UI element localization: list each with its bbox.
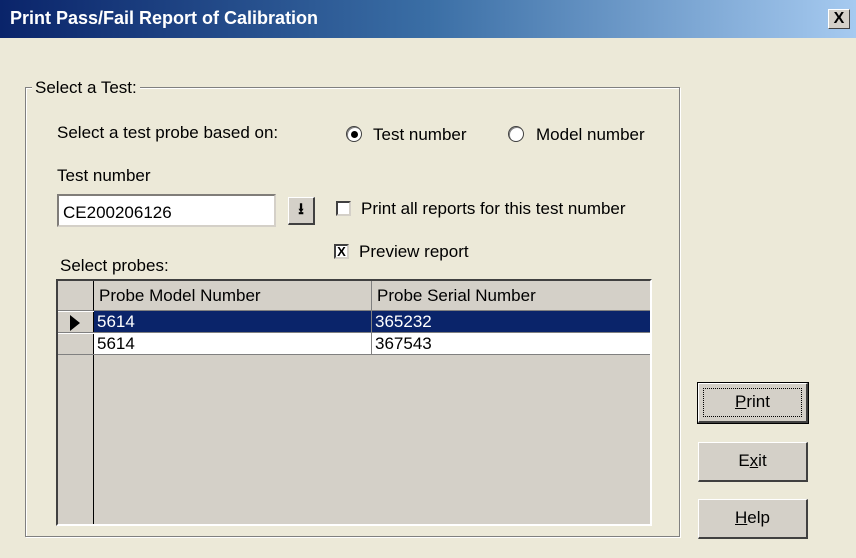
test-number-input[interactable]: CE200206126 xyxy=(57,194,276,227)
column-header-model[interactable]: Probe Model Number xyxy=(94,281,372,311)
help-label-suffix: elp xyxy=(747,508,770,527)
selection-basis-label: Select a test probe based on: xyxy=(57,123,279,142)
radio-model-number[interactable] xyxy=(508,126,524,142)
help-label-accel: H xyxy=(735,508,748,527)
focus-rect xyxy=(703,388,802,417)
row-header[interactable] xyxy=(58,333,94,355)
table-row-cell-serial[interactable]: 365232 xyxy=(372,311,650,333)
table-row-cell-model[interactable]: 5614 xyxy=(94,333,372,355)
current-row-arrow-icon xyxy=(70,315,80,331)
preview-report-label[interactable]: Preview report xyxy=(359,242,469,262)
exit-label-suffix: it xyxy=(758,451,767,470)
print-button[interactable]: Print xyxy=(697,382,809,424)
window-title: Print Pass/Fail Report of Calibration xyxy=(10,8,319,28)
exit-button[interactable]: Exit xyxy=(698,442,808,482)
radio-test-number[interactable] xyxy=(346,126,362,142)
test-number-label: Test number xyxy=(57,166,151,185)
radio-selected-dot xyxy=(351,131,358,138)
down-arrow-icon: ⭳ xyxy=(298,201,304,218)
row-header-selected[interactable] xyxy=(58,311,94,333)
help-button[interactable]: Help xyxy=(698,499,808,539)
table-row-cell-serial[interactable]: 367543 xyxy=(372,333,650,355)
print-all-label[interactable]: Print all reports for this test number xyxy=(361,199,626,219)
grid-corner-header xyxy=(58,281,94,311)
group-legend: Select a Test: xyxy=(32,78,140,98)
probes-grid[interactable]: Probe Model Number Probe Serial Number 5… xyxy=(56,279,652,526)
radio-model-number-label[interactable]: Model number xyxy=(536,125,645,145)
radio-test-number-label[interactable]: Test number xyxy=(373,125,467,145)
test-number-dropdown-button[interactable]: ⭳ xyxy=(288,197,315,225)
exit-label-accel: x xyxy=(749,451,759,470)
column-header-serial[interactable]: Probe Serial Number xyxy=(372,281,650,311)
select-probes-label: Select probes: xyxy=(60,256,169,275)
print-all-checkbox[interactable] xyxy=(336,201,351,216)
preview-report-checkbox[interactable]: X xyxy=(334,244,349,259)
table-row-cell-model[interactable]: 5614 xyxy=(94,311,372,333)
close-button[interactable]: X xyxy=(828,9,850,29)
title-bar: Print Pass/Fail Report of Calibration xyxy=(0,0,856,38)
exit-label-prefix: E xyxy=(738,451,750,470)
